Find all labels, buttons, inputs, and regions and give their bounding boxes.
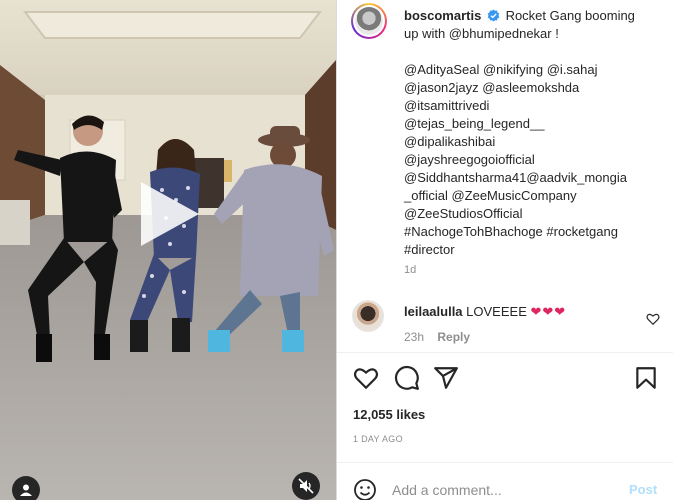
likes-count[interactable]: 12,055 likes bbox=[353, 407, 425, 422]
caption-mentions[interactable]: @jason2jayz @asleemokshda bbox=[404, 79, 666, 97]
post-date[interactable]: 1 DAY AGO bbox=[353, 434, 403, 444]
caption-mentions[interactable]: @jayshreegogoiofficial bbox=[404, 151, 666, 169]
caption-timestamp[interactable]: 1d bbox=[404, 264, 416, 276]
comment-text: leilaalulla LOVEEEE ❤❤❤ bbox=[404, 304, 566, 320]
play-icon[interactable] bbox=[135, 180, 203, 248]
user-tag-icon[interactable] bbox=[12, 476, 40, 500]
video-player[interactable] bbox=[0, 0, 336, 500]
caption-line: up with @bhumipednekar ! bbox=[404, 26, 559, 41]
comment-like-heart-icon[interactable] bbox=[646, 312, 660, 326]
heart-emoji: ❤❤❤ bbox=[530, 304, 567, 319]
caption-mentions[interactable]: @tejas_being_legend__ bbox=[404, 115, 666, 133]
caption-hashtags[interactable]: #NachogeTohBhachoge #rocketgang bbox=[404, 223, 666, 241]
comment-item: leilaalulla LOVEEEE ❤❤❤ 23h Reply bbox=[337, 296, 673, 356]
caption-mentions[interactable]: @ZeeStudiosOfficial bbox=[404, 205, 666, 223]
commenter-avatar[interactable] bbox=[352, 300, 384, 332]
caption-mentions[interactable]: _official @ZeeMusicCompany bbox=[404, 187, 666, 205]
add-comment-form: Post bbox=[337, 462, 673, 500]
caption-text: boscomartis Rocket Gang booming up with … bbox=[404, 7, 666, 259]
author-username[interactable]: boscomartis bbox=[404, 8, 481, 23]
send-icon[interactable] bbox=[433, 365, 459, 391]
heart-icon[interactable] bbox=[353, 365, 379, 391]
comment-body: LOVEEEE bbox=[466, 304, 527, 319]
video-frame bbox=[0, 0, 336, 500]
comment-meta: 23h Reply bbox=[404, 330, 470, 344]
caption-mentions[interactable]: @Siddhantsharma41@aadvik_mongia bbox=[404, 169, 666, 187]
avatar[interactable] bbox=[351, 3, 387, 39]
caption-mentions[interactable]: @AdityaSeal @nikifying @i.sahaj bbox=[404, 61, 666, 79]
post-comment-button[interactable]: Post bbox=[629, 482, 657, 497]
post-actions bbox=[337, 363, 673, 395]
post-details-panel: boscomartis Rocket Gang booming up with … bbox=[336, 0, 673, 500]
comment-icon[interactable] bbox=[394, 365, 420, 391]
verified-badge-icon bbox=[487, 9, 500, 22]
bookmark-icon[interactable] bbox=[633, 365, 659, 391]
muted-speaker-icon[interactable] bbox=[292, 472, 320, 500]
caption-mentions[interactable]: @itsamittrivedi bbox=[404, 97, 666, 115]
comment-timestamp[interactable]: 23h bbox=[404, 330, 424, 344]
caption-hashtags[interactable]: #director bbox=[404, 241, 666, 259]
caption-line: Rocket Gang booming bbox=[505, 8, 635, 23]
divider bbox=[337, 352, 673, 353]
commenter-username[interactable]: leilaalulla bbox=[404, 304, 463, 319]
emoji-icon[interactable] bbox=[353, 478, 377, 500]
comment-input[interactable] bbox=[392, 479, 612, 500]
post-caption: boscomartis Rocket Gang booming up with … bbox=[337, 0, 673, 290]
reply-button[interactable]: Reply bbox=[437, 330, 470, 344]
caption-mentions[interactable]: @dipalikashibai bbox=[404, 133, 666, 151]
